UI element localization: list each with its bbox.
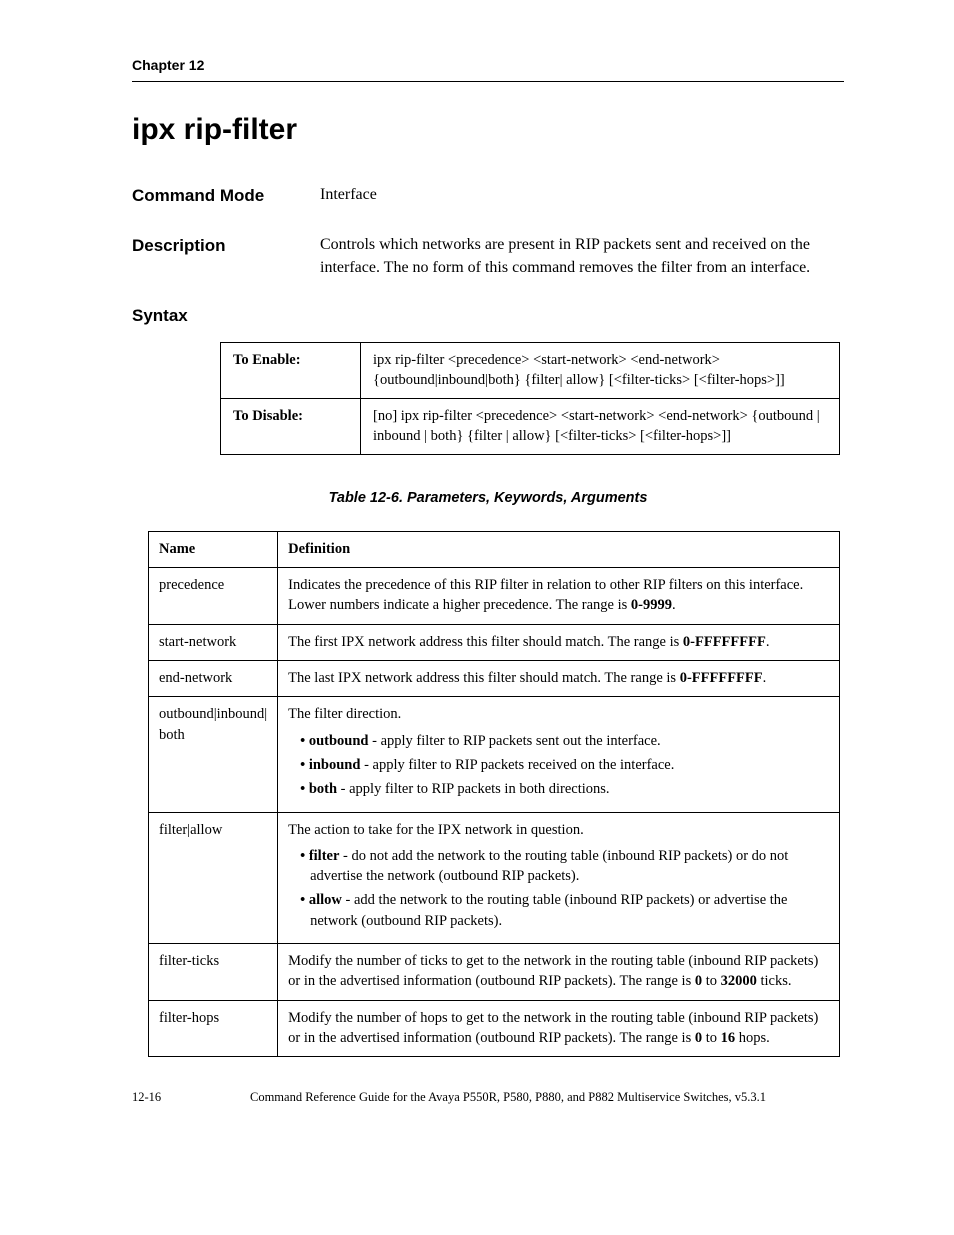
bullet-item: • allow - add the network to the routing…: [310, 890, 829, 931]
table-row: filter-hops Modify the number of hops to…: [149, 1000, 840, 1057]
table-row: To Disable: [no] ipx rip-filter <precede…: [221, 399, 840, 455]
param-header-definition: Definition: [278, 531, 840, 567]
syntax-table: To Enable: ipx rip-filter <precedence> <…: [220, 342, 840, 455]
page-footer: 12-16 Command Reference Guide for the Av…: [132, 1089, 844, 1106]
table-header-row: Name Definition: [149, 531, 840, 567]
bullet-text: - apply filter to RIP packets received o…: [360, 757, 674, 773]
text: .: [672, 597, 676, 613]
text: hops.: [735, 1030, 770, 1046]
param-header-name: Name: [149, 531, 278, 567]
page-title: ipx rip-filter: [132, 110, 844, 151]
param-name: outbound|inbound| both: [149, 697, 278, 812]
range-bold: 0: [695, 1030, 702, 1046]
text: The last IPX network address this filter…: [288, 670, 680, 686]
table-row: outbound|inbound| both The filter direct…: [149, 697, 840, 812]
bullet-keyword: both: [309, 781, 337, 797]
bullet-item: • outbound - apply filter to RIP packets…: [310, 731, 829, 751]
range-bold: 0-FFFFFFFF: [680, 670, 763, 686]
description-label: Description: [132, 234, 320, 279]
param-name: filter|allow: [149, 812, 278, 943]
text: The first IPX network address this filte…: [288, 634, 683, 650]
bullet-item: • both - apply filter to RIP packets in …: [310, 779, 829, 799]
description-text: Controls which networks are present in R…: [320, 234, 844, 279]
header-rule: [132, 81, 844, 82]
page-header-chapter: Chapter 12: [132, 56, 844, 75]
table-row: To Enable: ipx rip-filter <precedence> <…: [221, 343, 840, 399]
bullet-icon: •: [300, 733, 309, 749]
syntax-enable-text: ipx rip-filter <precedence> <start-netwo…: [361, 343, 840, 399]
syntax-disable-label: To Disable:: [221, 399, 361, 455]
syntax-label: Syntax: [132, 305, 844, 328]
bullet-icon: •: [300, 848, 309, 864]
bullet-icon: •: [300, 892, 309, 908]
param-definition: The filter direction. • outbound - apply…: [278, 697, 840, 812]
command-mode-label: Command Mode: [132, 184, 320, 208]
bullet-keyword: outbound: [309, 733, 369, 749]
text: .: [763, 670, 767, 686]
range-bold: 0-FFFFFFFF: [683, 634, 766, 650]
param-definition: The action to take for the IPX network i…: [278, 812, 840, 943]
table-row: end-network The last IPX network address…: [149, 661, 840, 697]
range-bold: 32000: [721, 973, 757, 989]
definition-intro: The action to take for the IPX network i…: [288, 820, 829, 840]
param-definition: Modify the number of hops to get to the …: [278, 1000, 840, 1057]
description-section: Description Controls which networks are …: [132, 234, 844, 279]
text: ticks.: [757, 973, 792, 989]
text: to: [702, 1030, 721, 1046]
param-name: precedence: [149, 568, 278, 625]
bullet-keyword: allow: [309, 892, 342, 908]
table-row: filter-ticks Modify the number of ticks …: [149, 944, 840, 1001]
bullet-text: - add the network to the routing table (…: [310, 892, 787, 928]
bullet-item: • filter - do not add the network to the…: [310, 846, 829, 887]
range-bold: 0-9999: [631, 597, 672, 613]
param-name: filter-ticks: [149, 944, 278, 1001]
table-row: filter|allow The action to take for the …: [149, 812, 840, 943]
page-number: 12-16: [132, 1089, 250, 1106]
text: to: [702, 973, 721, 989]
range-bold: 0: [695, 973, 702, 989]
bullet-text: - apply filter to RIP packets in both di…: [337, 781, 610, 797]
syntax-disable-text: [no] ipx rip-filter <precedence> <start-…: [361, 399, 840, 455]
bullet-keyword: inbound: [309, 757, 361, 773]
range-bold: 16: [721, 1030, 736, 1046]
bullet-text: - do not add the network to the routing …: [310, 848, 788, 884]
param-definition: Indicates the precedence of this RIP fil…: [278, 568, 840, 625]
command-mode-value: Interface: [320, 184, 844, 208]
definition-intro: The filter direction.: [288, 704, 829, 724]
param-definition: The first IPX network address this filte…: [278, 624, 840, 660]
table-row: precedence Indicates the precedence of t…: [149, 568, 840, 625]
bullet-item: • inbound - apply filter to RIP packets …: [310, 755, 829, 775]
table-row: start-network The first IPX network addr…: [149, 624, 840, 660]
command-mode-section: Command Mode Interface: [132, 184, 844, 208]
param-table: Name Definition precedence Indicates the…: [148, 531, 840, 1057]
text: .: [766, 634, 770, 650]
param-name: end-network: [149, 661, 278, 697]
param-definition: Modify the number of ticks to get to the…: [278, 944, 840, 1001]
bullet-text: - apply filter to RIP packets sent out t…: [368, 733, 660, 749]
bullet-icon: •: [300, 781, 309, 797]
bullet-icon: •: [300, 757, 309, 773]
param-name: filter-hops: [149, 1000, 278, 1057]
bullet-keyword: filter: [309, 848, 340, 864]
param-definition: The last IPX network address this filter…: [278, 661, 840, 697]
param-table-caption: Table 12-6. Parameters, Keywords, Argume…: [132, 489, 844, 509]
footer-text: Command Reference Guide for the Avaya P5…: [250, 1089, 844, 1106]
syntax-enable-label: To Enable:: [221, 343, 361, 399]
param-name: start-network: [149, 624, 278, 660]
text: Indicates the precedence of this RIP fil…: [288, 577, 803, 613]
